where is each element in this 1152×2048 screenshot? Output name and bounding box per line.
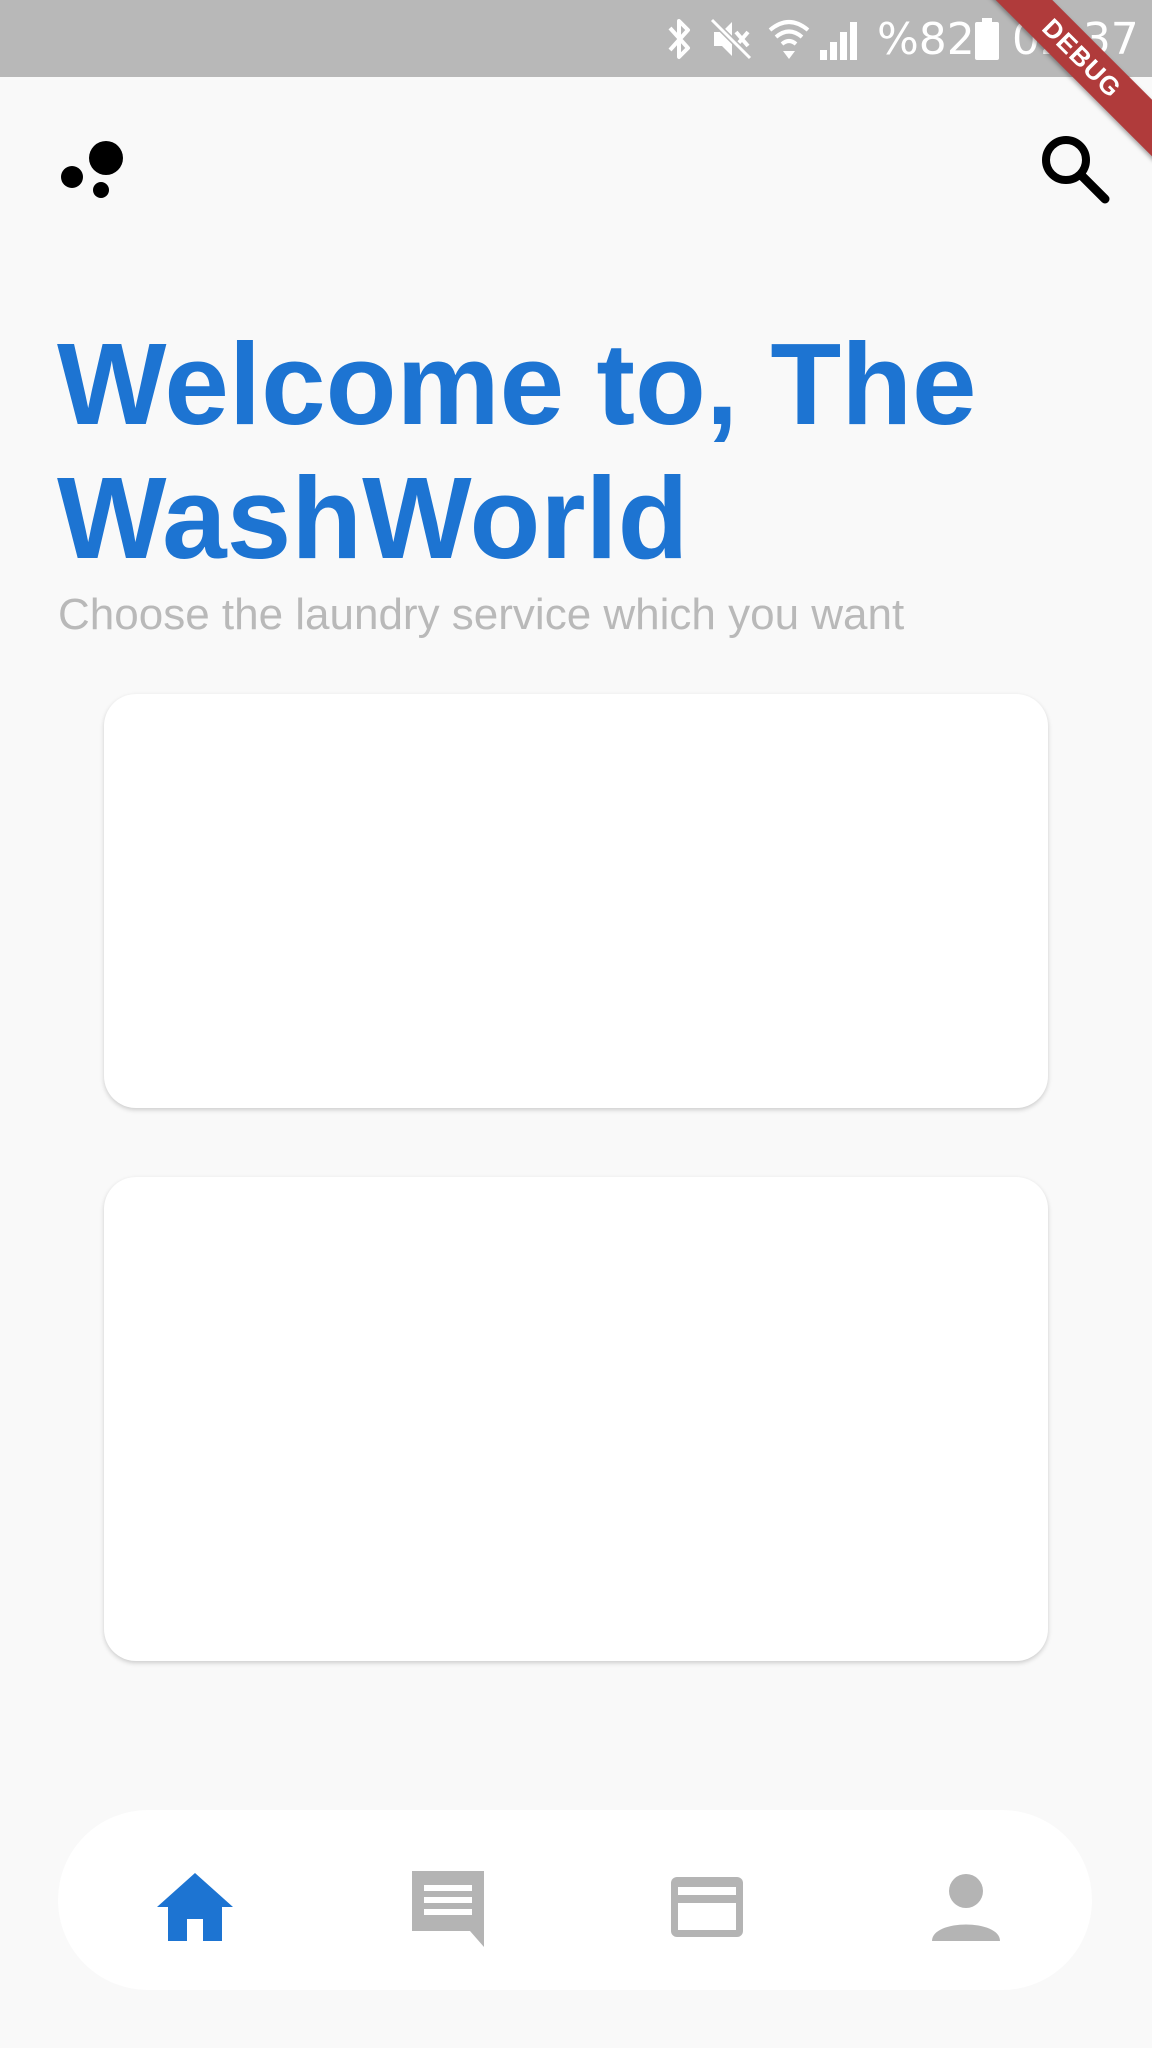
nav-profile[interactable] — [921, 1862, 1011, 1952]
service-card[interactable] — [104, 694, 1048, 1108]
bluetooth-icon — [664, 14, 694, 64]
search-button[interactable] — [1032, 126, 1116, 210]
status-bar: %82 02:37 — [0, 0, 1152, 77]
nav-payments[interactable] — [662, 1862, 752, 1952]
nav-home[interactable] — [150, 1862, 240, 1952]
wifi-icon — [768, 14, 810, 64]
nav-messages[interactable] — [403, 1862, 493, 1952]
battery-icon — [973, 14, 1001, 64]
dots-logo-icon — [56, 132, 128, 204]
chat-icon — [412, 1871, 484, 1947]
search-icon — [1042, 136, 1110, 204]
card-icon — [671, 1877, 743, 1937]
battery-text: %82 — [877, 13, 975, 65]
page-title: Welcome to, The WashWorld — [57, 319, 977, 583]
mute-icon — [708, 14, 754, 64]
page-subtitle: Choose the laundry service which you wan… — [58, 590, 905, 639]
home-icon — [157, 1873, 233, 1941]
profile-icon — [932, 1874, 1000, 1941]
bottom-navigation — [58, 1810, 1092, 1990]
service-card[interactable] — [104, 1177, 1048, 1661]
signal-icon — [818, 14, 860, 64]
